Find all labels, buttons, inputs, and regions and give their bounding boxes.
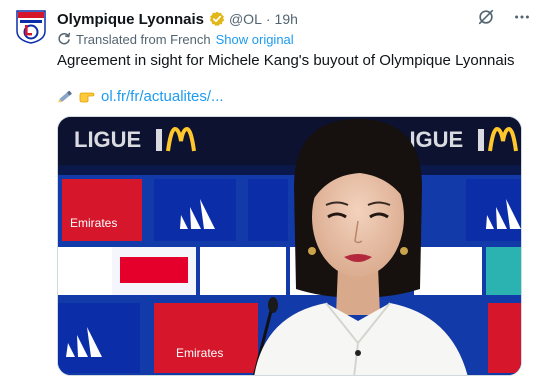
post-text: Agreement in sight for Michele Kang's bu… bbox=[57, 52, 515, 69]
top-actions bbox=[475, 6, 533, 28]
svg-text:Emirates: Emirates bbox=[176, 346, 223, 360]
translated-label: Translated from French bbox=[76, 31, 211, 47]
post-image[interactable]: LIGUE LIGUE Emirates Emirates bbox=[57, 116, 522, 376]
pen-icon bbox=[57, 87, 75, 105]
post[interactable]: Olympique Lyonnais @OL · 19h Translated … bbox=[0, 0, 549, 382]
verified-badge-icon[interactable] bbox=[209, 11, 225, 27]
grok-icon[interactable] bbox=[475, 6, 497, 28]
ol-crest-icon bbox=[16, 10, 46, 44]
svg-text:Emirates: Emirates bbox=[70, 216, 117, 230]
link-row: ol.fr/fr/actualites/... bbox=[57, 86, 224, 106]
display-name[interactable]: Olympique Lyonnais bbox=[57, 11, 204, 28]
pointing-hand-icon bbox=[78, 87, 96, 105]
timestamp[interactable]: 19h bbox=[275, 11, 298, 27]
translate-icon bbox=[57, 32, 71, 46]
press-conference-photo: LIGUE LIGUE Emirates Emirates bbox=[58, 117, 521, 375]
post-header: Olympique Lyonnais @OL · 19h bbox=[57, 9, 298, 29]
handle[interactable]: @OL bbox=[229, 11, 262, 27]
avatar[interactable] bbox=[16, 10, 46, 44]
svg-text:LIGUE: LIGUE bbox=[74, 127, 141, 152]
separator-dot: · bbox=[265, 11, 271, 27]
more-options-icon[interactable] bbox=[511, 6, 533, 28]
article-link[interactable]: ol.fr/fr/actualites/... bbox=[101, 88, 224, 105]
show-original-link[interactable]: Show original bbox=[216, 32, 294, 47]
translation-notice: Translated from French Show original bbox=[57, 30, 294, 48]
